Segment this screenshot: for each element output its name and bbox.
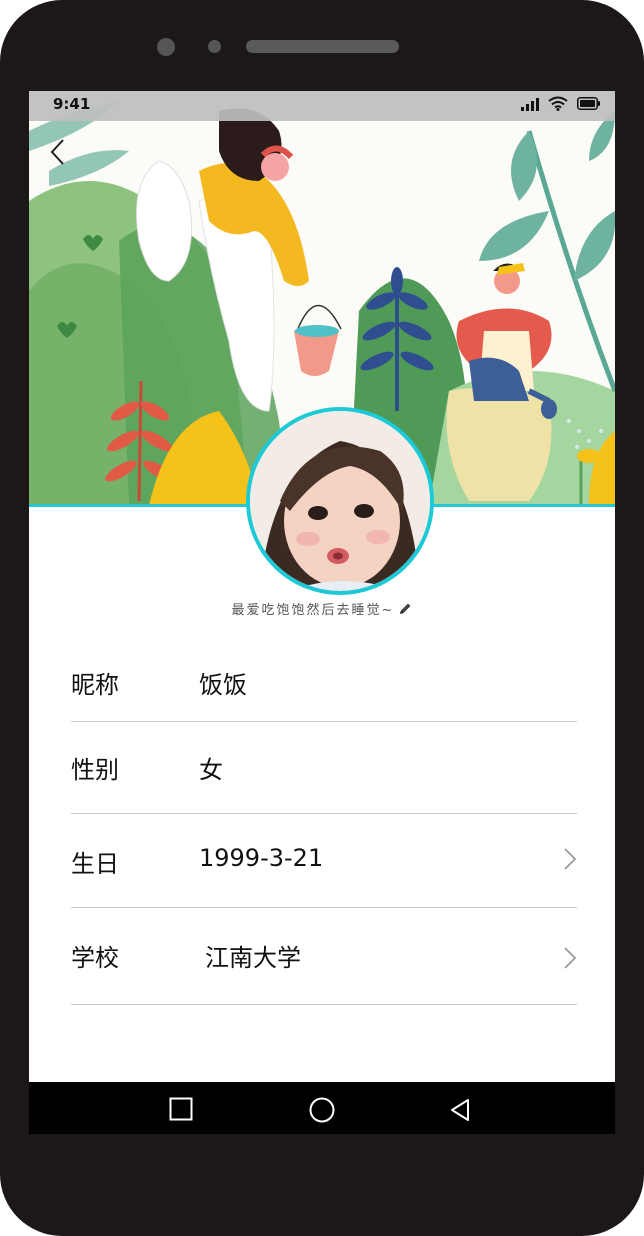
back-button[interactable] [47,137,71,167]
status-time: 9:41 [53,95,91,113]
front-camera [157,38,175,56]
home-circle-icon[interactable] [309,1097,335,1123]
field-row-birthday[interactable]: 生日 1999-3-21 [71,814,577,908]
signature-text[interactable]: 最爱吃饱饱然后去睡觉~ [232,603,395,618]
field-label: 学校 [71,944,119,972]
earpiece-speaker [246,40,399,53]
signal-icon [521,97,539,111]
profile-avatar[interactable] [246,407,434,595]
system-nav-bar [29,1082,615,1134]
field-value: 1999-3-21 [199,844,324,872]
chevron-right-icon [564,947,577,969]
battery-icon [577,97,600,110]
field-label: 生日 [71,850,119,878]
field-row-school[interactable]: 学校 江南大学 [71,908,577,1005]
signature-line: 最爱吃饱饱然后去睡觉~ [29,599,615,618]
phone-frame: 9:41 最爱吃饱饱然后去睡觉~ 昵称 饭饭 性别 女 生日 1999-3-21… [0,0,644,1236]
wifi-icon [548,96,568,111]
proximity-sensor [208,40,221,53]
status-icons [521,96,601,111]
back-triangle-icon[interactable] [449,1098,471,1122]
field-row-nickname[interactable]: 昵称 饭饭 [71,635,577,722]
field-row-gender[interactable]: 性别 女 [71,722,577,814]
profile-field-list: 昵称 饭饭 性别 女 生日 1999-3-21 学校 江南大学 [71,635,577,1005]
field-value: 女 [199,756,223,784]
field-value: 饭饭 [199,671,247,699]
avatar-photo [250,411,430,591]
status-bar: 9:41 [29,91,615,121]
field-value: 江南大学 [205,944,301,972]
app-screen: 9:41 最爱吃饱饱然后去睡觉~ 昵称 饭饭 性别 女 生日 1999-3-21… [29,91,615,1134]
field-label: 性别 [71,756,119,784]
field-label: 昵称 [71,671,119,699]
chevron-left-icon [50,139,64,165]
recents-square-icon[interactable] [169,1097,193,1121]
chevron-right-icon [564,848,577,870]
pencil-icon[interactable] [398,602,412,616]
